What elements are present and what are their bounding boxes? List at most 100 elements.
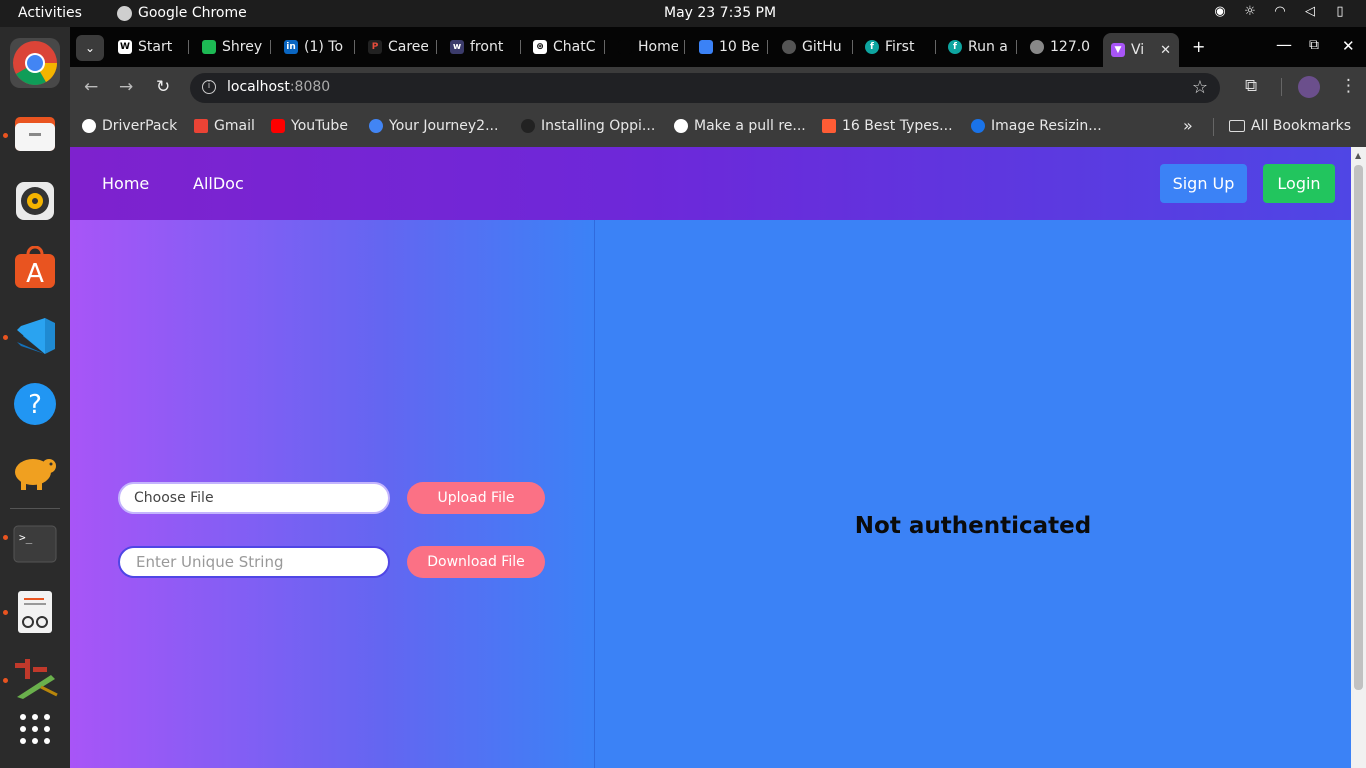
postgres-icon[interactable] <box>10 447 60 497</box>
tab-home[interactable]: Home <box>618 35 678 59</box>
choose-file-input[interactable]: Choose File <box>118 482 390 514</box>
minimize-button[interactable]: — <box>1276 35 1292 54</box>
app-grid-icon[interactable] <box>10 704 60 754</box>
text-editor-icon[interactable] <box>10 587 60 637</box>
browser-toolbar: ← → ↻ i localhost:8080 ☆ ⧉ ⋮ <box>70 67 1366 107</box>
web-page: Home AllDoc Sign Up Login Choose File Up… <box>70 147 1351 768</box>
scroll-up-icon[interactable]: ▲ <box>1355 151 1361 160</box>
signup-button[interactable]: Sign Up <box>1160 164 1247 203</box>
globe-icon <box>82 119 96 133</box>
file-actions-panel: Choose File Upload File Enter Unique Str… <box>70 220 594 768</box>
tab-favicon: W <box>118 40 132 54</box>
bookmarks-overflow-button[interactable]: » <box>1183 116 1193 135</box>
nav-alldoc-link[interactable]: AllDoc <box>193 174 244 193</box>
sqlpad-icon[interactable] <box>10 654 60 704</box>
site-info-icon[interactable]: i <box>202 80 216 94</box>
youtube-icon <box>271 119 285 133</box>
bookmarks-bar: DriverPack Gmail YouTube Your Journey2..… <box>70 107 1366 147</box>
extensions-icon[interactable]: ⧉ <box>1245 76 1257 96</box>
dock: A ? >_ <box>0 27 70 768</box>
address-bar[interactable]: i localhost:8080 ☆ <box>190 73 1220 103</box>
bookmark-installing-oppi[interactable]: Installing Oppi... <box>521 118 655 134</box>
close-tab-icon[interactable]: ✕ <box>1160 43 1171 58</box>
close-window-button[interactable]: ✕ <box>1342 37 1355 55</box>
bookmark-your-journey[interactable]: Your Journey2... <box>369 118 498 134</box>
bookmark-gmail[interactable]: Gmail <box>194 118 255 134</box>
terminal-icon[interactable]: >_ <box>10 519 60 569</box>
all-bookmarks-button[interactable]: All Bookmarks <box>1229 118 1351 134</box>
tab-linkedin[interactable]: in (1) To <box>284 35 346 59</box>
panel-divider <box>594 220 595 768</box>
github-icon <box>521 119 535 133</box>
activities-button[interactable]: Activities <box>18 5 82 21</box>
bookmark-youtube[interactable]: YouTube <box>271 118 348 134</box>
maximize-button[interactable]: ⧉ <box>1309 37 1319 53</box>
help-icon[interactable]: ? <box>10 379 60 429</box>
forward-button[interactable]: → <box>119 77 133 97</box>
tab-run[interactable]: f Run a <box>948 35 1010 59</box>
battery-icon[interactable]: ▯ <box>1332 4 1348 19</box>
bookmark-make-pull[interactable]: Make a pull re... <box>674 118 806 134</box>
rhythmbox-icon[interactable] <box>10 176 60 226</box>
bookmark-star-icon[interactable]: ☆ <box>1192 77 1208 98</box>
system-top-bar: Activities Google Chrome May 23 7:35 PM … <box>0 0 1366 27</box>
gmail-icon <box>194 119 208 133</box>
tab-favicon <box>699 40 713 54</box>
tab-github[interactable]: GitHu <box>782 35 844 59</box>
site-navbar: Home AllDoc Sign Up Login <box>70 147 1351 220</box>
hubspot-icon <box>822 119 836 133</box>
reload-button[interactable]: ↻ <box>156 77 170 97</box>
bookmark-image-resizing[interactable]: Image Resizin... <box>971 118 1102 134</box>
page-scrollbar[interactable]: ▲ <box>1351 147 1366 768</box>
tab-first[interactable]: f First <box>865 35 927 59</box>
vscode-icon[interactable] <box>10 311 60 361</box>
tab-favicon <box>1030 40 1044 54</box>
bookmark-driverpack[interactable]: DriverPack <box>82 118 177 134</box>
url-text: localhost:8080 <box>227 79 331 95</box>
system-tray[interactable]: ◉ ☼ ◠ ◁ ▯ <box>1212 4 1348 19</box>
tab-favicon: in <box>284 40 298 54</box>
svg-text:?: ? <box>28 390 42 420</box>
tab-front[interactable]: w front <box>450 35 512 59</box>
tab-career[interactable]: P Caree <box>368 35 428 59</box>
profile-avatar[interactable] <box>1298 76 1320 98</box>
chrome-tray-icon[interactable]: ◉ <box>1212 4 1228 19</box>
tab-favicon: P <box>368 40 382 54</box>
nav-home-link[interactable]: Home <box>102 174 149 193</box>
tab-favicon: f <box>948 40 962 54</box>
tab-favicon <box>202 40 216 54</box>
new-tab-button[interactable]: + <box>1192 37 1205 56</box>
svg-text:A: A <box>26 259 44 289</box>
app-menu[interactable]: Google Chrome <box>117 5 247 21</box>
upload-file-button[interactable]: Upload File <box>407 482 545 514</box>
back-button[interactable]: ← <box>84 77 98 97</box>
tab-search-button[interactable]: ⌄ <box>76 35 104 61</box>
tab-127[interactable]: 127.0 <box>1030 35 1092 59</box>
login-button[interactable]: Login <box>1263 164 1335 203</box>
clock[interactable]: May 23 7:35 PM <box>664 5 776 21</box>
wifi-icon[interactable]: ◠ <box>1272 4 1288 19</box>
tab-favicon <box>782 40 796 54</box>
tab-strip: ⌄ W Start Shrey in (1) To P Caree w front ⊛ C… <box>70 27 1366 67</box>
tab-active-vite[interactable]: ▼ Vi ✕ <box>1103 33 1179 67</box>
scrollbar-thumb[interactable] <box>1354 165 1363 690</box>
tab-favicon: ⊛ <box>533 40 547 54</box>
tab-10-best[interactable]: 10 Be <box>699 35 761 59</box>
auth-status-message: Not authenticated <box>854 513 1092 539</box>
tab-shrey[interactable]: Shrey <box>202 35 264 59</box>
volume-icon[interactable]: ◁ <box>1302 4 1318 19</box>
menu-kebab-icon[interactable]: ⋮ <box>1340 76 1357 96</box>
chrome-icon[interactable] <box>10 38 60 88</box>
app-center-icon[interactable]: A <box>10 243 60 293</box>
github-icon <box>674 119 688 133</box>
tab-chatgpt[interactable]: ⊛ ChatC <box>533 35 595 59</box>
tab-favicon <box>618 40 632 54</box>
files-icon[interactable] <box>10 108 60 158</box>
bookmark-16-best[interactable]: 16 Best Types... <box>822 118 953 134</box>
tab-start[interactable]: W Start <box>118 35 180 59</box>
brightness-icon[interactable]: ☼ <box>1242 4 1258 19</box>
unique-string-input[interactable]: Enter Unique String <box>118 546 390 578</box>
folder-icon <box>1229 120 1245 132</box>
chrome-app-icon <box>117 5 132 21</box>
download-file-button[interactable]: Download File <box>407 546 545 578</box>
